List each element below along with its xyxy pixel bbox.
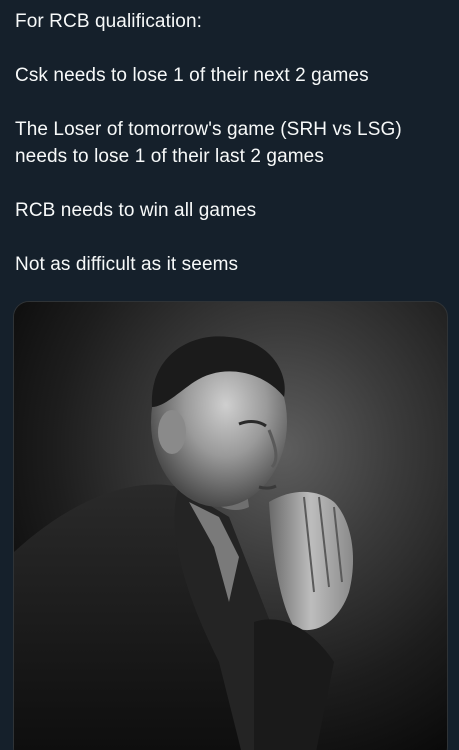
tweet-line-3: The Loser of tomorrow's game (SRH vs LSG…	[15, 119, 402, 167]
portrait-photo	[14, 302, 447, 750]
tweet-line-2: Csk needs to lose 1 of their next 2 game…	[15, 65, 369, 86]
tweet-line-1: For RCB qualification:	[15, 11, 202, 32]
tweet-text: For RCB qualification: Csk needs to lose…	[15, 8, 447, 305]
tweet-line-5: Not as difficult as it seems	[15, 254, 239, 275]
tweet-photo[interactable]	[13, 301, 448, 750]
tweet-line-4: RCB needs to win all games	[15, 200, 257, 221]
